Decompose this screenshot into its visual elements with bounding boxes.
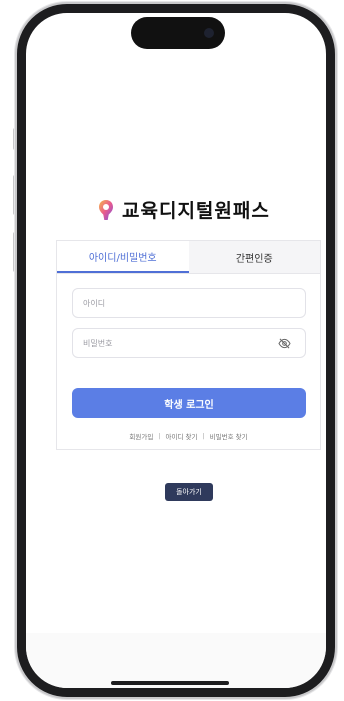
- id-placeholder: 아이디: [83, 298, 106, 308]
- login-card: 아이디/비밀번호 간편인증 아이디 비밀번호 학생 로그인 회원가입 | 아이디…: [56, 240, 321, 450]
- bottom-area: [26, 633, 326, 688]
- keyhole-logo-icon: [99, 199, 113, 220]
- password-placeholder: 비밀번호: [83, 338, 113, 348]
- home-indicator: [111, 681, 229, 685]
- app-logo: 교육디지털원패스: [98, 196, 270, 223]
- login-tabs: 아이디/비밀번호 간편인증: [57, 241, 320, 274]
- tab-simple-auth[interactable]: 간편인증: [188, 241, 320, 273]
- student-login-button[interactable]: 학생 로그인: [72, 388, 306, 418]
- tab-id-password[interactable]: 아이디/비밀번호: [57, 241, 189, 273]
- eye-off-icon[interactable]: [278, 338, 291, 349]
- find-id-link[interactable]: 아이디 찾기: [166, 431, 198, 441]
- signup-link[interactable]: 회원가입: [129, 431, 153, 441]
- find-password-link[interactable]: 비밀번호 찾기: [210, 431, 248, 441]
- password-input[interactable]: 비밀번호: [72, 328, 306, 358]
- dynamic-island: [131, 17, 225, 49]
- back-button[interactable]: 돌아가기: [165, 483, 213, 501]
- camera-icon: [204, 28, 214, 38]
- account-links: 회원가입 | 아이디 찾기 | 비밀번호 찾기: [57, 431, 320, 441]
- link-separator: |: [158, 432, 161, 440]
- id-input[interactable]: 아이디: [72, 288, 306, 318]
- logo-text: 교육디지털원패스: [122, 200, 270, 222]
- link-separator: |: [202, 432, 205, 440]
